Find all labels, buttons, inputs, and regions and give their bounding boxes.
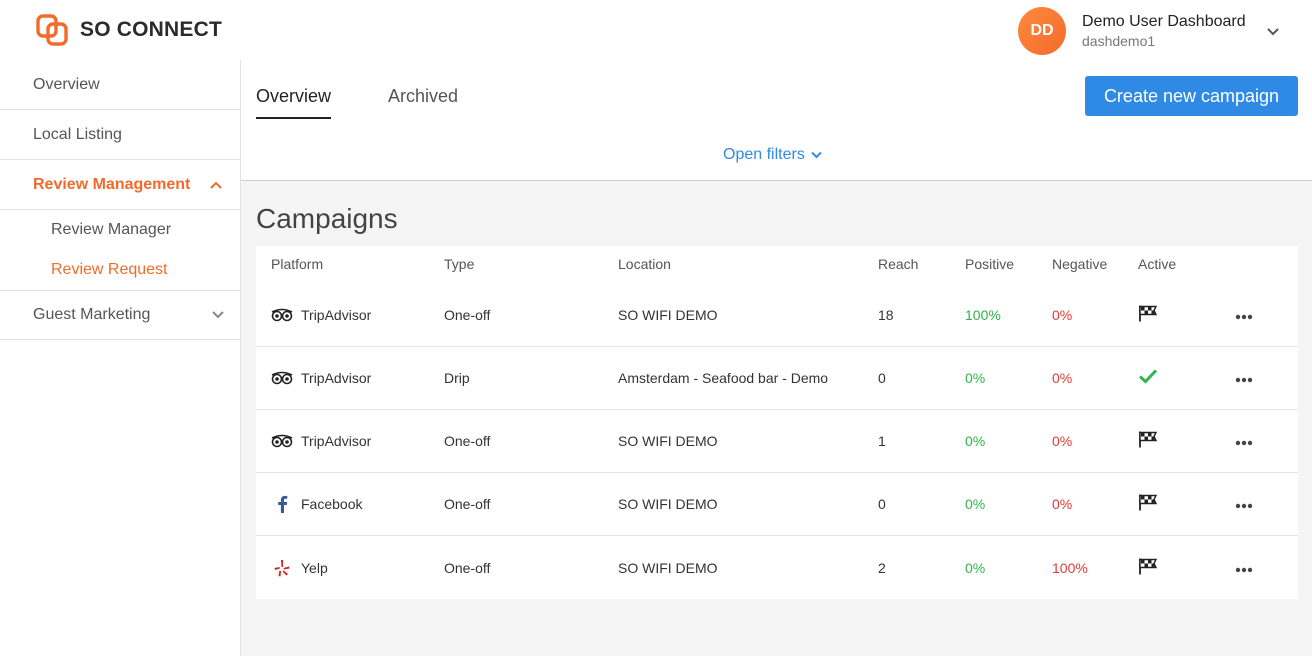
sidebar-subitem-label: Review Request [51, 261, 168, 278]
sidebar-item-label: Review Management [33, 175, 191, 193]
campaign-negative: 0% [1052, 433, 1073, 449]
campaign-reach: 18 [878, 307, 894, 323]
platform-name: TripAdvisor [301, 307, 372, 323]
tripadvisor-icon [271, 434, 293, 448]
tab-overview[interactable]: Overview [256, 86, 332, 119]
more-options-icon[interactable] [1235, 433, 1253, 449]
campaign-reach: 1 [878, 433, 886, 449]
chevron-down-icon [212, 306, 224, 324]
tripadvisor-icon [271, 308, 293, 322]
sidebar-item-label: Overview [33, 75, 100, 93]
open-filters-label: Open filters [723, 146, 805, 163]
chevron-down-icon[interactable] [1266, 24, 1280, 42]
column-header-negative: Negative [1052, 256, 1108, 272]
chevron-down-icon [805, 146, 822, 164]
campaign-reach: 0 [878, 496, 886, 512]
tripadvisor-icon [271, 371, 293, 385]
yelp-icon [271, 559, 293, 577]
avatar[interactable]: DD [1018, 7, 1066, 55]
column-header-platform: Platform [271, 256, 324, 272]
campaign-location: SO WIFI DEMO [618, 433, 718, 449]
sidebar-subitem-review-request[interactable]: Review Request [0, 250, 240, 290]
campaigns-table: Platform Type Location Reach Positive Ne… [256, 246, 1298, 599]
campaign-positive: 0% [965, 559, 986, 576]
column-header-reach: Reach [878, 256, 919, 272]
column-header-positive: Positive [965, 256, 1015, 272]
tab-archived[interactable]: Archived [388, 86, 458, 117]
checkered-flag-icon [1138, 431, 1158, 452]
campaign-positive: 0% [965, 433, 986, 449]
sidebar-item-label: Guest Marketing [33, 306, 151, 323]
campaign-type: One-off [444, 559, 491, 576]
campaign-positive: 0% [965, 370, 986, 386]
campaign-positive: 100% [965, 307, 1001, 323]
campaign-positive: 0% [965, 496, 986, 512]
facebook-icon [271, 495, 293, 513]
campaign-location: SO WIFI DEMO [618, 307, 718, 323]
open-filters-button[interactable]: Open filters [723, 146, 822, 164]
more-options-icon[interactable] [1235, 560, 1253, 576]
user-menu[interactable]: DD Demo User Dashboard dashdemo1 [1018, 7, 1246, 55]
create-campaign-button[interactable]: Create new campaign [1085, 76, 1298, 116]
checkered-flag-icon [1138, 557, 1158, 578]
logo[interactable]: SO CONNECT [36, 14, 222, 46]
campaign-negative: 0% [1052, 370, 1073, 386]
campaign-type: One-off [444, 307, 491, 323]
campaign-reach: 2 [878, 559, 886, 576]
sidebar-subitem-review-manager[interactable]: Review Manager [0, 210, 240, 250]
table-row[interactable]: Yelp One-off SO WIFI DEMO 2 0% 100% [256, 536, 1298, 599]
campaign-location: SO WIFI DEMO [618, 559, 718, 576]
campaign-location: SO WIFI DEMO [618, 496, 718, 512]
more-options-icon[interactable] [1235, 370, 1253, 386]
sidebar-submenu: Review Manager Review Request [0, 210, 240, 290]
table-row[interactable]: TripAdvisor One-off SO WIFI DEMO 1 0% 0% [256, 410, 1298, 473]
more-options-icon[interactable] [1235, 307, 1253, 323]
campaign-type: Drip [444, 370, 470, 386]
campaign-negative: 0% [1052, 496, 1073, 512]
campaign-negative: 100% [1052, 559, 1088, 576]
campaign-reach: 0 [878, 370, 886, 386]
table-row[interactable]: TripAdvisor Drip Amsterdam - Seafood bar… [256, 347, 1298, 410]
table-row[interactable]: Facebook One-off SO WIFI DEMO 0 0% 0% [256, 473, 1298, 536]
platform-name: Yelp [301, 559, 328, 576]
platform-name: TripAdvisor [301, 370, 372, 386]
sidebar-item-label: Local Listing [33, 125, 122, 143]
campaign-type: One-off [444, 433, 491, 449]
campaign-negative: 0% [1052, 307, 1073, 323]
campaign-location: Amsterdam - Seafood bar - Demo [618, 370, 829, 386]
campaign-type: One-off [444, 496, 491, 512]
platform-name: TripAdvisor [301, 433, 372, 449]
checkered-flag-icon [1138, 305, 1158, 326]
logo-icon [36, 14, 70, 46]
sidebar-item-review-management[interactable]: Review Management [0, 160, 240, 210]
checkered-flag-icon [1138, 494, 1158, 515]
column-header-location: Location [618, 256, 671, 272]
more-options-icon[interactable] [1235, 496, 1253, 512]
platform-name: Facebook [301, 496, 363, 512]
top-header: SO CONNECT DD Demo User Dashboard dashde… [0, 0, 1312, 60]
sidebar: Overview Local Listing Review Management… [0, 60, 241, 656]
sidebar-item-local-listing[interactable]: Local Listing [0, 110, 240, 160]
table-row[interactable]: TripAdvisor One-off SO WIFI DEMO 18 100%… [256, 284, 1298, 347]
table-header: Platform Type Location Reach Positive Ne… [256, 246, 1298, 284]
column-header-type: Type [444, 256, 475, 272]
column-header-active: Active [1138, 256, 1177, 272]
main-toolbar: Overview Archived Create new campaign Op… [241, 60, 1312, 181]
chevron-up-icon [210, 176, 222, 194]
user-username: dashdemo1 [1082, 33, 1156, 49]
sidebar-item-overview[interactable]: Overview [0, 60, 240, 110]
checkmark-icon [1138, 369, 1158, 388]
sidebar-item-guest-marketing[interactable]: Guest Marketing [0, 290, 240, 340]
brand-name: SO CONNECT [80, 18, 223, 41]
user-name: Demo User Dashboard [1082, 13, 1246, 30]
sidebar-subitem-label: Review Manager [51, 221, 172, 238]
page-title: Campaigns [256, 203, 398, 234]
main-content: Campaigns Platform Type Location Reach P… [241, 181, 1312, 656]
